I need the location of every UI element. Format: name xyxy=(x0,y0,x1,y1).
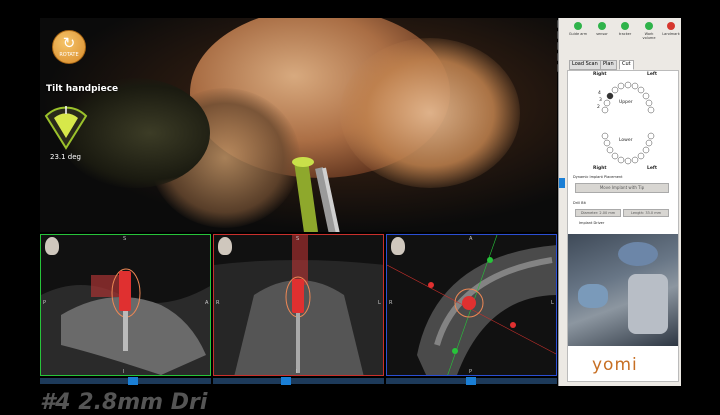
tilt-label: Tilt handpiece xyxy=(46,84,119,94)
status-lamp-label: Work volume xyxy=(642,32,656,40)
rotate-label: ROTATE xyxy=(59,52,79,58)
status-lamp-sensor xyxy=(598,22,606,30)
implant-driver-option[interactable]: Implant Driver xyxy=(579,221,604,225)
lower-label: Lower xyxy=(619,138,633,143)
tilt-value: 23.1 deg xyxy=(50,153,82,161)
dynamic-placement-label: Dynamic Implant Placement xyxy=(573,175,623,179)
dental-chart[interactable] xyxy=(595,80,659,166)
orientation-label: S xyxy=(123,236,127,242)
orientation-label: S xyxy=(296,236,300,242)
slice-scroll-thumb[interactable] xyxy=(281,377,291,385)
status-lamp-label: sensor xyxy=(596,32,608,36)
video-caption: #4 2.8mm Dri xyxy=(40,390,208,415)
orientation-label: P xyxy=(43,300,47,306)
status-lamp-label: Landmark xyxy=(662,32,680,36)
slice-scroll-thumb[interactable] xyxy=(466,377,476,385)
tab-plan[interactable]: Plan xyxy=(600,60,617,70)
orientation-label: R xyxy=(389,300,393,306)
orientation-label: A xyxy=(205,300,209,306)
tooth-number: 2 xyxy=(597,105,600,110)
tilt-gauge-icon xyxy=(44,106,88,150)
panel-scroll-thumb[interactable] xyxy=(559,178,565,188)
operating-room-camera xyxy=(568,234,678,346)
diameter-field[interactable]: Diameter: 2.00 mm xyxy=(575,209,621,217)
drill-bit-label: Drill Bit xyxy=(573,201,586,205)
rotate-button[interactable]: ↻ ROTATE xyxy=(52,30,86,64)
chart-left-label: Left xyxy=(647,72,658,77)
3d-view[interactable] xyxy=(40,18,557,232)
status-lamp-landmark xyxy=(667,22,675,30)
status-lamp-guide-arm xyxy=(574,22,582,30)
rotate-icon: ↻ xyxy=(62,34,76,52)
orientation-label: L xyxy=(551,300,554,306)
tooth-number: 4 xyxy=(598,91,601,96)
tab-cut[interactable]: Cut xyxy=(619,60,634,70)
coronal-slice-view[interactable]: S R L I xyxy=(213,234,384,376)
slice-scrollbar[interactable] xyxy=(40,378,211,384)
move-implant-button[interactable]: Move Implant with Tip xyxy=(575,183,669,193)
orientation-label: R xyxy=(216,300,220,306)
yomi-logo: yomi xyxy=(592,355,638,375)
tab-load-scan[interactable]: Load Scan xyxy=(569,60,601,70)
tooth-number: 3 xyxy=(599,98,602,103)
orientation-label: I xyxy=(296,369,298,375)
sagittal-slice-view[interactable]: S P A I xyxy=(40,234,211,376)
orientation-label: I xyxy=(123,369,125,375)
upper-label: Upper xyxy=(619,100,633,105)
status-lamp-label: tracker xyxy=(618,32,632,36)
orientation-label: A xyxy=(469,236,473,242)
chart-right-label: Right xyxy=(593,166,607,171)
slice-scroll-thumb[interactable] xyxy=(128,377,138,385)
chart-left-label: Left xyxy=(647,166,658,171)
axial-slice-view[interactable]: A R L P xyxy=(386,234,557,376)
status-lamp-tracker xyxy=(621,22,629,30)
orientation-label: P xyxy=(469,369,473,375)
orientation-label: L xyxy=(378,300,381,306)
slice-scrollbar[interactable] xyxy=(213,378,384,384)
status-lamp-work-volume xyxy=(645,22,653,30)
status-lamp-label: Guide arm xyxy=(568,32,588,36)
chart-right-label: Right xyxy=(593,72,607,77)
handpiece-drill xyxy=(292,157,341,232)
length-field[interactable]: Length: 33.0 mm xyxy=(623,209,669,217)
